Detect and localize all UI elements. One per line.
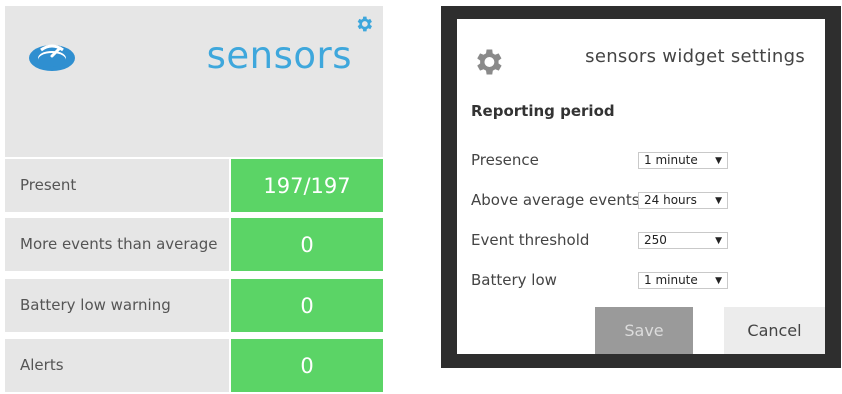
event-threshold-select[interactable]: 250 ▼ [638, 232, 728, 249]
settings-dialog: sensors widget settings Reporting period… [441, 6, 841, 368]
gauge-logo-icon [29, 44, 75, 71]
widget-header: sensors [5, 6, 383, 157]
row-value[interactable]: 0 [231, 218, 383, 271]
sensor-row-present: Present 197/197 [5, 159, 383, 212]
save-button[interactable]: Save [595, 307, 693, 354]
dialog-title: sensors widget settings [585, 46, 805, 67]
settings-panel: sensors widget settings Reporting period… [457, 19, 825, 354]
select-value: 24 hours [644, 193, 697, 207]
dropdown-caret-icon: ▼ [715, 156, 722, 166]
gear-icon [477, 49, 502, 75]
cancel-button[interactable]: Cancel [724, 307, 825, 354]
above-average-select[interactable]: 24 hours ▼ [638, 192, 728, 209]
row-value[interactable]: 0 [231, 339, 383, 392]
select-value: 1 minute [644, 153, 698, 167]
gear-icon[interactable] [354, 14, 374, 34]
field-label-event-threshold: Event threshold [471, 231, 590, 249]
field-label-above-average: Above average events [471, 191, 640, 209]
row-label: Alerts [5, 339, 229, 392]
sensor-row-battery-low: Battery low warning 0 [5, 279, 383, 332]
row-value[interactable]: 0 [231, 279, 383, 332]
dropdown-caret-icon: ▼ [715, 196, 722, 206]
row-label: Present [5, 159, 229, 212]
dropdown-caret-icon: ▼ [715, 276, 722, 286]
dropdown-caret-icon: ▼ [715, 236, 722, 246]
select-value: 1 minute [644, 273, 698, 287]
sensors-widget: sensors Present 197/197 More events than… [5, 6, 383, 392]
widget-title: sensors [206, 34, 352, 77]
presence-select[interactable]: 1 minute ▼ [638, 152, 728, 169]
field-label-presence: Presence [471, 151, 539, 169]
sensor-row-more-events: More events than average 0 [5, 218, 383, 271]
field-label-battery-low: Battery low [471, 271, 557, 289]
select-value: 250 [644, 233, 667, 247]
row-label: Battery low warning [5, 279, 229, 332]
row-value[interactable]: 197/197 [231, 159, 383, 212]
battery-low-select[interactable]: 1 minute ▼ [638, 272, 728, 289]
sensor-row-alerts: Alerts 0 [5, 339, 383, 392]
section-heading: Reporting period [471, 102, 615, 120]
row-label: More events than average [5, 218, 229, 271]
